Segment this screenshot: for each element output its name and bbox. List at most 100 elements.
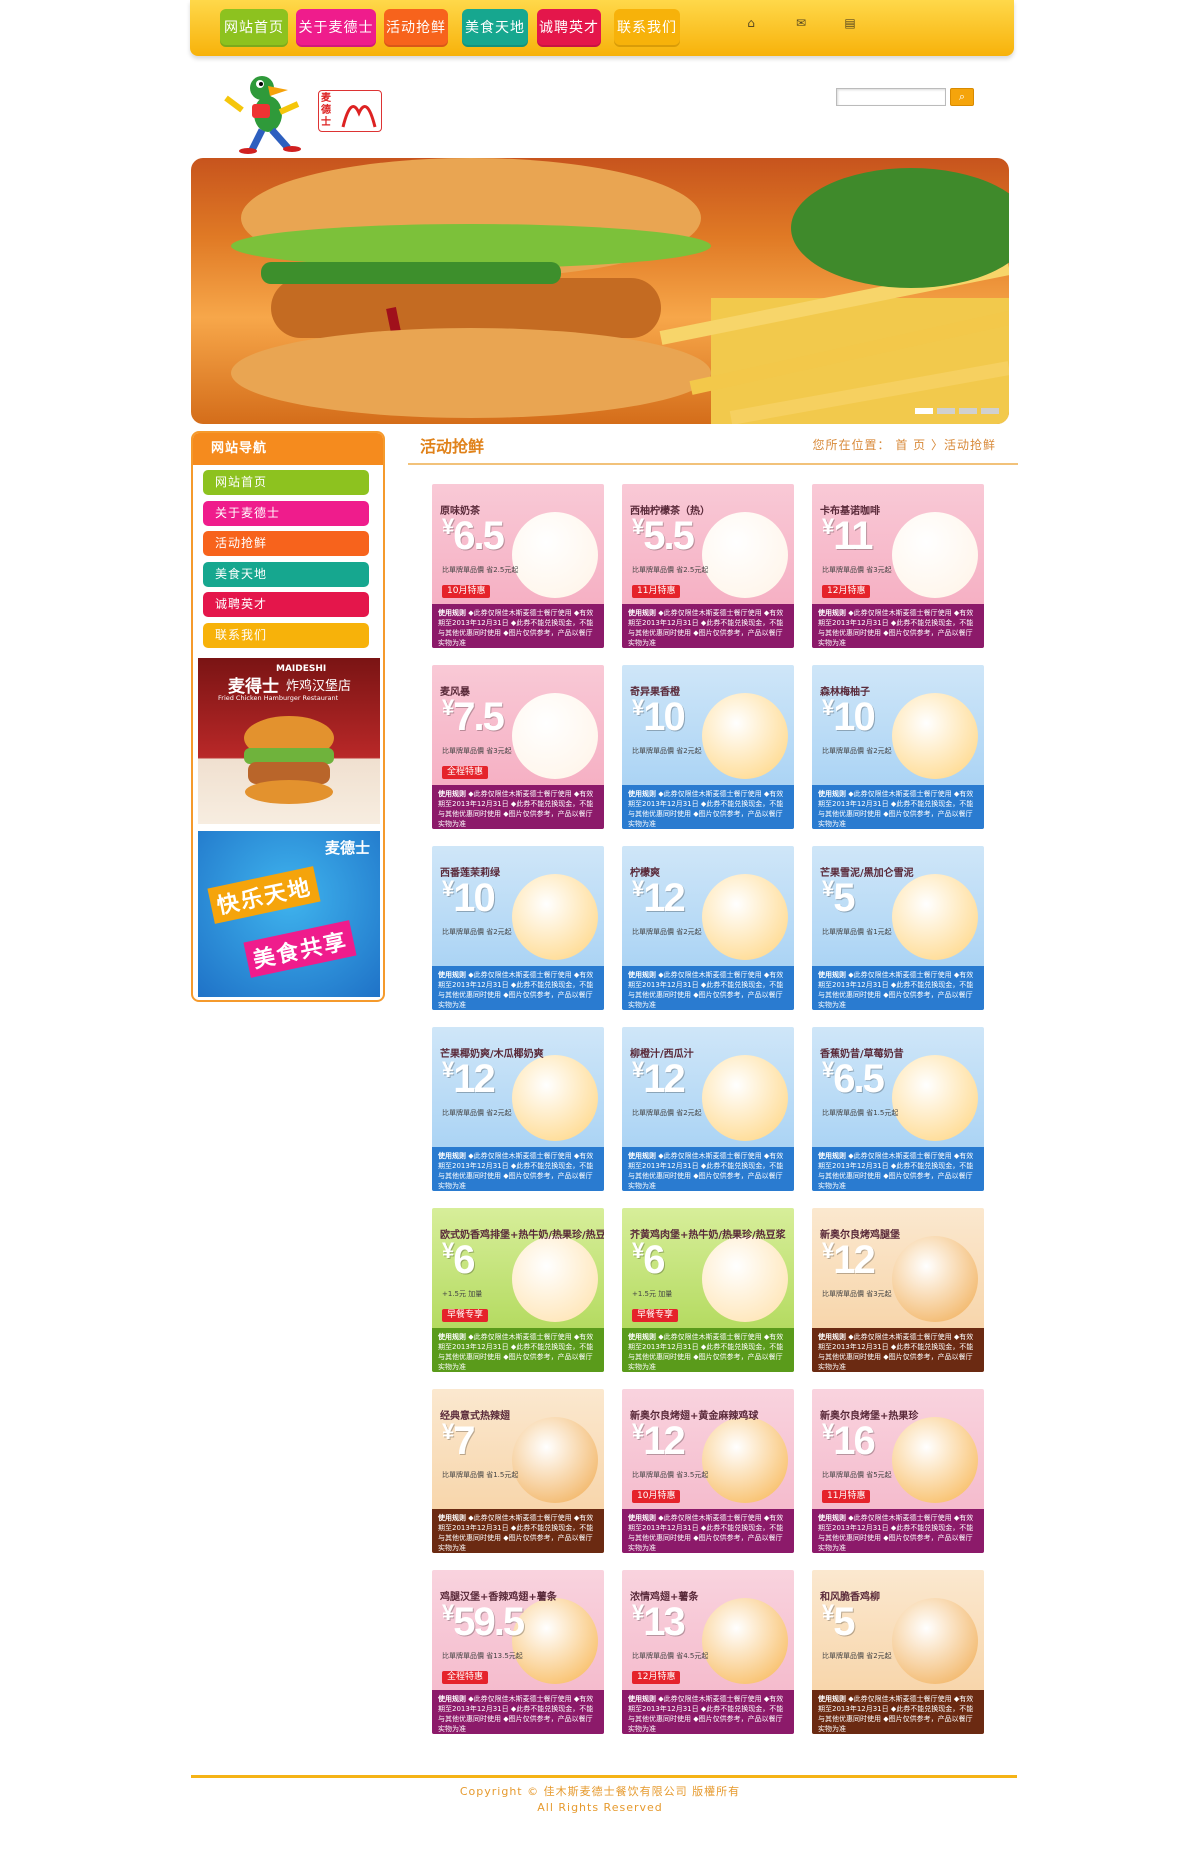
- sidebar-item[interactable]: 美食天地: [203, 561, 369, 587]
- coupon-card[interactable]: 香蕉奶昔/草莓奶昔 ¥6.5 比單牌單品價 省1.5元起 使用规则 ◆此券仅限佳木斯麦…: [812, 1027, 984, 1191]
- coupon-card[interactable]: 西柚柠檬茶（热） ¥5.5 比單牌單品價 省2.5元起 11月特惠 使用规则 ◆此券仅限…: [622, 484, 794, 648]
- coupon-price: ¥6.5: [822, 1057, 885, 1102]
- coupon-product-image: [702, 1598, 788, 1684]
- coupon-rules-label: 使用规则: [628, 1514, 656, 1522]
- coupon-price: ¥6: [442, 1238, 476, 1283]
- coupon-card[interactable]: 新奥尔良烤翅+黄金麻辣鸡球 ¥12 比單牌單品價 省3.5元起 10月特惠 使用规则 ◆…: [622, 1389, 794, 1553]
- coupon-product-image: [892, 1236, 978, 1322]
- coupon-price-value: 11: [833, 514, 873, 558]
- nav-item[interactable]: 活动抢鲜: [384, 9, 448, 47]
- coupon-rules: 使用规则 ◆此券仅限佳木斯麦德士餐厅使用 ◆有效期至2013年12月31日 ◆此…: [622, 966, 794, 1010]
- sidebar-item[interactable]: 联系我们: [203, 622, 369, 648]
- coupon-card[interactable]: 和风脆香鸡柳 ¥5 比單牌單品價 省2元起 使用规则 ◆此券仅限佳木斯麦德士餐厅使用 …: [812, 1570, 984, 1734]
- coupon-price: ¥12: [632, 1057, 686, 1102]
- banner-dot[interactable]: [981, 408, 999, 414]
- coupon-rules-label: 使用规则: [818, 1333, 846, 1341]
- promo-banner-happy[interactable]: 麦德士 快乐天地 美食共享: [198, 831, 380, 997]
- banner-dot[interactable]: [959, 408, 977, 414]
- coupon-card[interactable]: 芒果椰奶爽/木瓜椰奶爽 ¥12 比單牌單品價 省2元起 使用规则 ◆此券仅限佳木斯麦德…: [432, 1027, 604, 1191]
- home-icon[interactable]: ⌂: [744, 17, 758, 29]
- coupon-card[interactable]: 卡布基诺咖啡 ¥11 比單牌單品價 省3元起 12月特惠 使用规则 ◆此券仅限佳木斯麦德…: [812, 484, 984, 648]
- coupon-price: ¥6: [632, 1238, 666, 1283]
- coupon-price-value: 16: [833, 1419, 875, 1463]
- banner-dot[interactable]: [915, 408, 933, 414]
- page-title: 活动抢鲜: [420, 437, 485, 456]
- coupon-savings: 比單牌單品價 省3元起: [822, 1290, 892, 1298]
- coupon-product-image: [512, 874, 598, 960]
- promo2-line1: 快乐天地: [207, 866, 321, 924]
- coupon-price-value: 7: [453, 1419, 475, 1463]
- coupon-card[interactable]: 麦风暴 ¥7.5 比單牌單品價 省3元起 全程特惠 使用规则 ◆此券仅限佳木斯麦德士餐厅…: [432, 665, 604, 829]
- sidebar: 网站导航 网站首页 关于麦德士 活动抢鲜 美食天地 诚聘英才 联系我们 MAIDESHI …: [191, 431, 385, 1002]
- nav-item[interactable]: 联系我们: [614, 9, 680, 47]
- promo-banner-restaurant[interactable]: MAIDESHI 麦得士 炸鸡汉堡店 Fried Chicken Hamburg…: [198, 658, 380, 824]
- mail-icon[interactable]: ✉: [794, 17, 808, 29]
- coupon-card[interactable]: 鸡腿汉堡+香辣鸡翅+薯条 ¥59.5 比單牌單品價 省13.5元起 全程特惠 使用规则 …: [432, 1570, 604, 1734]
- sitemap-icon[interactable]: ▤: [843, 17, 857, 29]
- coupon-card[interactable]: 新奥尔良烤鸡腿堡 ¥12 比單牌單品價 省3元起 使用规则 ◆此券仅限佳木斯麦德士餐厅…: [812, 1208, 984, 1372]
- coupon-card[interactable]: 奇异果香橙 ¥10 比單牌單品價 省2元起 使用规则 ◆此券仅限佳木斯麦德士餐厅使用 …: [622, 665, 794, 829]
- currency-symbol: ¥: [442, 1057, 454, 1082]
- currency-symbol: ¥: [822, 876, 834, 901]
- sidebar-item[interactable]: 网站首页: [203, 470, 369, 495]
- coupon-price: ¥13: [632, 1600, 686, 1645]
- nav-item[interactable]: 诚聘英才: [537, 9, 601, 47]
- coupon-price-value: 10: [453, 876, 495, 920]
- nav-item[interactable]: 关于麦德士: [296, 9, 376, 47]
- currency-symbol: ¥: [442, 695, 454, 720]
- coupon-card[interactable]: 欧式奶香鸡排堡+热牛奶/热果珍/热豆浆 ¥6 +1.5元 加量 早餐专享 使用规则 ◆此…: [432, 1208, 604, 1372]
- coupon-price-value: 6.5: [833, 1057, 885, 1101]
- coupon-price-value: 5.5: [643, 514, 695, 558]
- search-input[interactable]: [836, 88, 946, 106]
- sidebar-item[interactable]: 活动抢鲜: [203, 531, 369, 556]
- coupon-savings: 比單牌單品價 省1.5元起: [442, 1471, 519, 1479]
- coupon-rules: 使用规则 ◆此券仅限佳木斯麦德士餐厅使用 ◆有效期至2013年12月31日 ◆此…: [622, 785, 794, 829]
- coupon-price-value: 7.5: [453, 695, 505, 739]
- coupon-savings: 比單牌單品價 省13.5元起: [442, 1652, 523, 1660]
- banner-dot[interactable]: [937, 408, 955, 414]
- logo-wordmark[interactable]: 麦德士: [318, 90, 382, 132]
- coupon-product-image: [892, 693, 978, 779]
- coupon-tag: 10月特惠: [442, 585, 491, 598]
- sidebar-item[interactable]: 关于麦德士: [203, 500, 369, 526]
- coupon-product-image: [892, 512, 978, 598]
- sidebar-item[interactable]: 诚聘英才: [203, 592, 369, 617]
- coupon-price: ¥10: [632, 695, 686, 740]
- coupon-card[interactable]: 柠檬爽 ¥12 比單牌單品價 省2元起 使用规则 ◆此券仅限佳木斯麦德士餐厅使用 ◆有…: [622, 846, 794, 1010]
- coupon-rules: 使用规则 ◆此券仅限佳木斯麦德士餐厅使用 ◆有效期至2013年12月31日 ◆此…: [812, 785, 984, 829]
- coupon-savings: 比單牌單品價 省2.5元起: [442, 566, 519, 574]
- coupon-card[interactable]: 西番莲茉莉绿 ¥10 比單牌單品價 省2元起 使用规则 ◆此券仅限佳木斯麦德士餐厅使用…: [432, 846, 604, 1010]
- coupon-card[interactable]: 新奥尔良烤堡+热果珍 ¥16 比單牌單品價 省5元起 11月特惠 使用规则 ◆此券仅限佳…: [812, 1389, 984, 1553]
- coupon-product-image: [702, 874, 788, 960]
- coupon-price-value: 12: [643, 1419, 685, 1463]
- coupon-price: ¥59.5: [442, 1600, 525, 1645]
- banner-pagination[interactable]: [911, 399, 999, 418]
- coupon-savings: 比單牌單品價 省1元起: [822, 928, 892, 936]
- coupon-price-value: 6.5: [453, 514, 505, 558]
- coupon-rules-label: 使用规则: [438, 1152, 466, 1160]
- logo-mascot[interactable]: [222, 68, 310, 154]
- coupon-card[interactable]: 芒果雪泥/黑加仑雪泥 ¥5 比單牌單品價 省1元起 使用规则 ◆此券仅限佳木斯麦德士餐…: [812, 846, 984, 1010]
- coupon-savings: 比單牌單品價 省2元起: [632, 928, 702, 936]
- coupon-price: ¥5.5: [632, 514, 695, 559]
- coupon-card[interactable]: 芥黄鸡肉堡+热牛奶/热果珍/热豆浆 ¥6 +1.5元 加量 早餐专享 使用规则 ◆此券仅…: [622, 1208, 794, 1372]
- coupon-card[interactable]: 森林梅柚子 ¥10 比單牌單品價 省2元起 使用规则 ◆此券仅限佳木斯麦德士餐厅使用 …: [812, 665, 984, 829]
- coupon-tag: 早餐专享: [632, 1309, 679, 1322]
- coupon-card[interactable]: 浓情鸡翅+薯条 ¥13 比單牌單品價 省4.5元起 12月特惠 使用规则 ◆此券仅限佳木…: [622, 1570, 794, 1734]
- coupon-price: ¥5: [822, 876, 856, 921]
- coupon-rules: 使用规则 ◆此券仅限佳木斯麦德士餐厅使用 ◆有效期至2013年12月31日 ◆此…: [432, 1147, 604, 1191]
- coupon-price-value: 10: [643, 695, 685, 739]
- search-button[interactable]: ⌕: [950, 88, 974, 106]
- nav-item[interactable]: 网站首页: [220, 9, 288, 47]
- coupon-card[interactable]: 柳橙汁/西瓜汁 ¥12 比單牌單品價 省2元起 使用规则 ◆此券仅限佳木斯麦德士餐厅使…: [622, 1027, 794, 1191]
- coupon-rules-label: 使用规则: [438, 1333, 466, 1341]
- coupon-card[interactable]: 经典意式热辣翅 ¥7 比單牌單品價 省1.5元起 使用规则 ◆此券仅限佳木斯麦德士餐厅…: [432, 1389, 604, 1553]
- coupon-rules: 使用规则 ◆此券仅限佳木斯麦德士餐厅使用 ◆有效期至2013年12月31日 ◆此…: [622, 1328, 794, 1372]
- nav-item[interactable]: 美食天地: [462, 9, 528, 47]
- coupon-savings: 比單牌單品價 省2元起: [442, 928, 512, 936]
- coupon-price-value: 12: [643, 1057, 685, 1101]
- coupon-savings: 比單牌單品價 省3元起: [822, 566, 892, 574]
- footer-rights: All Rights Reserved: [537, 1801, 663, 1814]
- coupon-product-image: [702, 1055, 788, 1141]
- coupon-card[interactable]: 原味奶茶 ¥6.5 比單牌單品價 省2.5元起 10月特惠 使用规则 ◆此券仅限佳木斯麦…: [432, 484, 604, 648]
